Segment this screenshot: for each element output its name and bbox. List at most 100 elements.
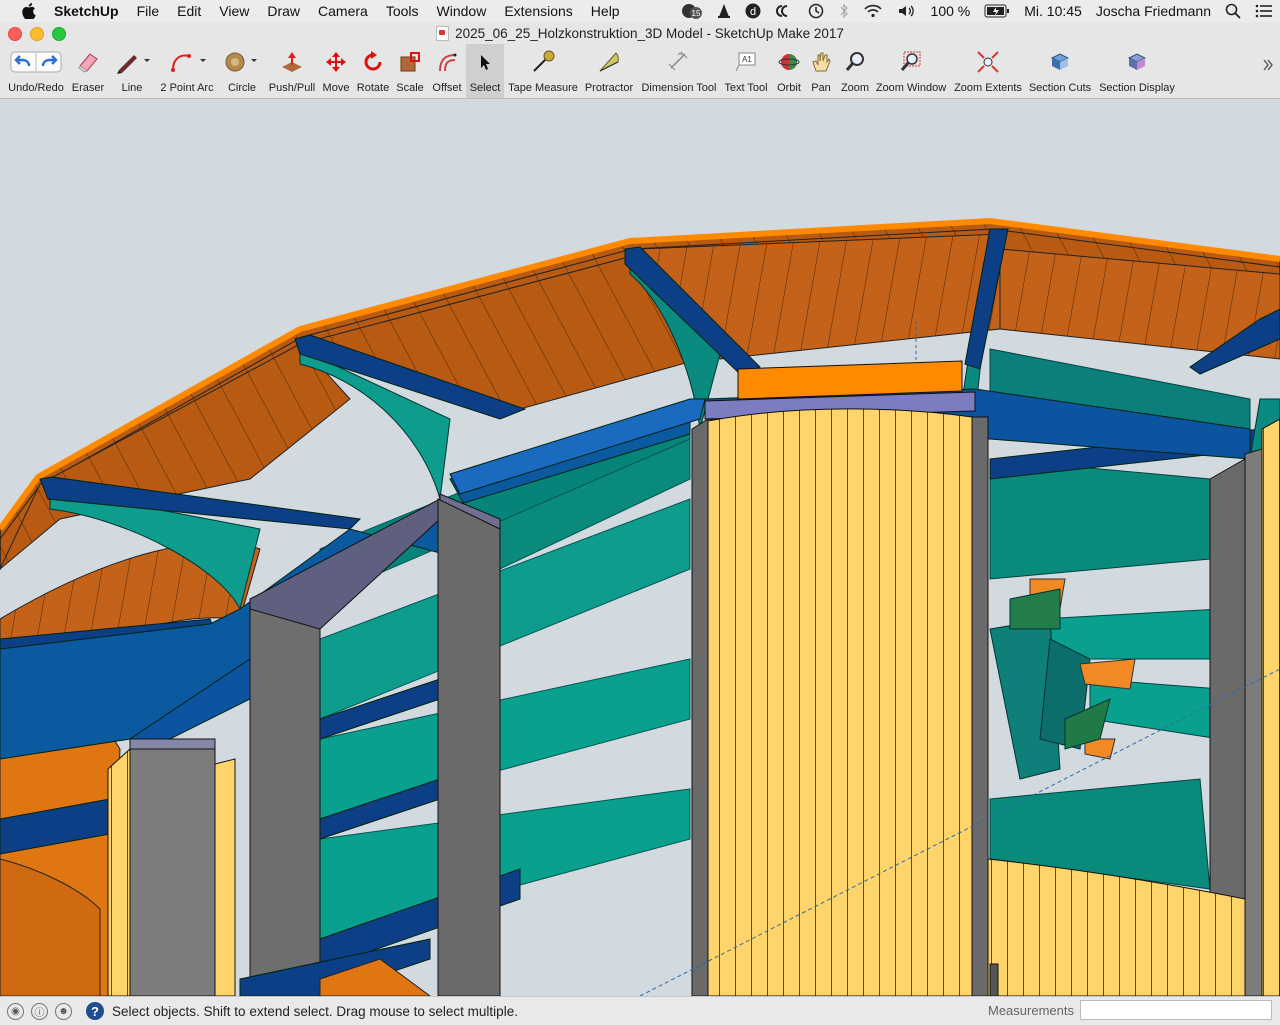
notification-badge-icon[interactable]: 15 [681,3,703,19]
line-tool-button[interactable]: Line [110,44,154,98]
tool-label-undo-redo: Undo/Redo [8,82,64,94]
scale-tool-button[interactable]: Scale [394,44,426,98]
tool-label-protractor: Protractor [584,82,634,94]
spotlight-search-icon[interactable] [1225,3,1241,19]
tool-label-tape-measure: Tape Measure [508,82,578,94]
credits-icon[interactable]: ⓘ [31,1002,48,1020]
dimension-tool-button[interactable]: Dimension Tool [640,44,718,98]
measurements-input[interactable] [1080,1000,1272,1020]
toolbar-overflow-chevron-icon[interactable] [1262,58,1274,77]
select-tool-button[interactable]: Select [466,44,504,98]
close-window-button[interactable] [8,27,22,41]
section-display-icon [1125,44,1149,80]
measurements-label: Measurements [988,1003,1074,1018]
user-name[interactable]: Joscha Friedmann [1096,3,1211,19]
tool-label-2-point-arc: 2 Point Arc [160,82,214,94]
apple-menu-icon[interactable] [20,3,38,19]
orbit-icon [777,44,801,80]
deepl-icon[interactable]: d [745,3,761,19]
column [437,498,501,996]
window-title-bar: 2025_06_25_Holzkonstruktion_3D Model - S… [0,22,1280,44]
menu-app-name[interactable]: SketchUp [54,3,128,19]
move-tool-button[interactable]: Move [320,44,352,98]
zoom-window-button[interactable] [52,27,66,41]
zoom-window-icon [899,44,923,80]
tool-label-rotate: Rotate [356,82,390,94]
zoom-extents-icon [976,44,1000,80]
model-render [0,217,1280,996]
eraser-tool-button[interactable]: Eraser [70,44,106,98]
tool-label-select: Select [469,82,501,94]
minimize-window-button[interactable] [30,27,44,41]
rotate-tool-button[interactable]: Rotate [355,44,391,98]
menu-camera[interactable]: Camera [309,3,377,19]
window-title: 2025_06_25_Holzkonstruktion_3D Model - S… [455,25,844,41]
tool-label-push-pull: Push/Pull [268,82,316,94]
offset-tool-button[interactable]: Offset [429,44,465,98]
pan-hand-icon [810,44,832,80]
vlc-icon[interactable] [717,3,731,19]
model-viewport[interactable] [0,99,1280,996]
creative-cloud-icon[interactable] [775,3,793,19]
zoom-tool-button[interactable]: Zoom [838,44,872,98]
zoom-window-tool-button[interactable]: Zoom Window [874,44,948,98]
tool-label-line: Line [121,82,143,94]
tool-label-zoom-extents: Zoom Extents [954,82,1022,94]
dimension-icon [667,44,691,80]
menu-help[interactable]: Help [582,3,629,19]
volume-icon[interactable] [897,3,917,19]
menu-window[interactable]: Window [428,3,496,19]
section-cuts-tool-button[interactable]: Section Cuts [1026,44,1094,98]
notification-center-icon[interactable] [1255,4,1273,18]
battery-icon[interactable] [984,4,1010,18]
status-message: Select objects. Shift to extend select. … [112,1003,518,1019]
tool-label-section-cuts: Section Cuts [1028,82,1092,94]
battery-percent: 100 % [930,3,971,19]
pencil-icon [114,44,150,80]
push-pull-tool-button[interactable]: Push/Pull [268,44,316,98]
menu-edit[interactable]: Edit [168,3,210,19]
menu-extras: 15 d 100 % Mi. 10:45 Joscha Friedmann [674,0,1280,22]
undo-redo-button[interactable]: Undo/Redo [6,44,66,98]
arc-icon [167,44,207,80]
menu-tools[interactable]: Tools [377,3,428,19]
tape-measure-tool-button[interactable]: Tape Measure [508,44,578,98]
menu-view[interactable]: View [210,3,258,19]
tool-label-scale: Scale [396,82,424,94]
wifi-icon[interactable] [863,3,883,19]
badge-count: 15 [691,9,700,18]
eraser-icon [76,44,100,80]
text-tool-glyph: A1 [742,55,752,64]
pan-tool-button[interactable]: Pan [806,44,836,98]
menu-file[interactable]: File [128,3,169,19]
zoom-icon [844,44,866,80]
arc-tool-button[interactable]: 2 Point Arc [158,44,216,98]
column [129,748,216,996]
zoom-extents-tool-button[interactable]: Zoom Extents [952,44,1024,98]
circle-icon [222,44,262,80]
protractor-tool-button[interactable]: Protractor [582,44,636,98]
main-toolbar: Undo/Redo Eraser Line 2 Point Arc Circle… [0,44,1280,99]
tool-label-offset: Offset [432,82,462,94]
rotate-icon [362,44,384,80]
circle-tool-button[interactable]: Circle [222,44,262,98]
instructor-help-icon[interactable]: ? [86,1002,104,1020]
window-controls [8,27,66,41]
bluetooth-icon[interactable] [839,3,849,19]
user-account-icon[interactable]: ☻ [55,1002,72,1020]
tool-label-eraser: Eraser [71,82,105,94]
document-icon[interactable] [436,25,450,41]
section-display-tool-button[interactable]: Section Display [1098,44,1176,98]
tool-label-text-tool: Text Tool [724,82,768,94]
geo-location-icon[interactable]: ◉ [7,1002,24,1020]
clock[interactable]: Mi. 10:45 [1024,3,1082,19]
time-machine-icon[interactable] [807,3,825,19]
tool-label-pan: Pan [811,82,831,94]
text-tool-button[interactable]: A1 Text Tool [722,44,770,98]
protractor-icon [597,44,621,80]
tool-label-orbit: Orbit [777,82,801,94]
menu-draw[interactable]: Draw [258,3,309,19]
orbit-tool-button[interactable]: Orbit [772,44,806,98]
text-tool-icon: A1 [734,44,758,80]
menu-extensions[interactable]: Extensions [495,3,581,19]
